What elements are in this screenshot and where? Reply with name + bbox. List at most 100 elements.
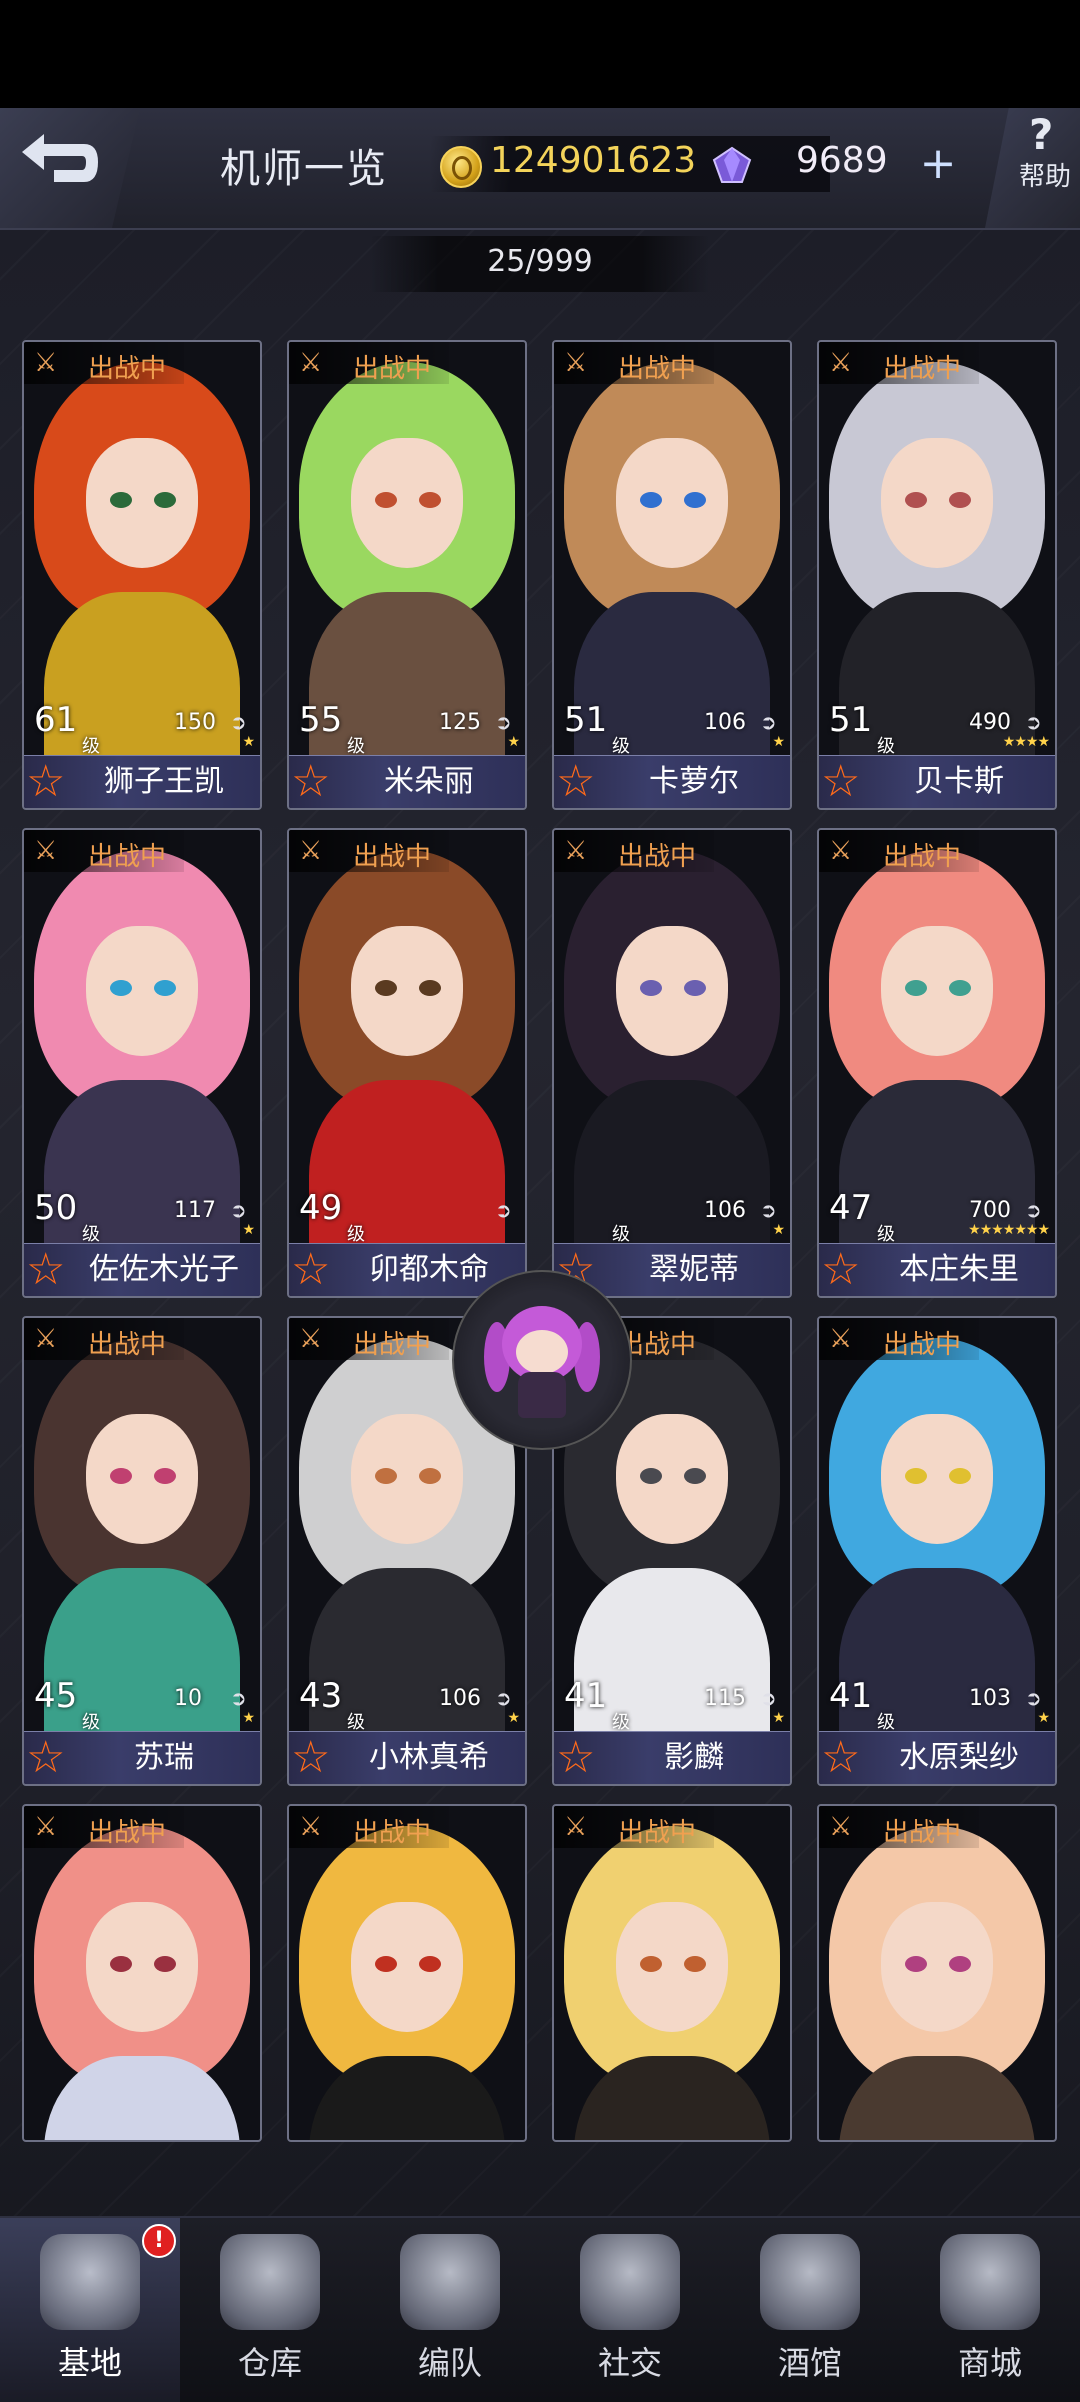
pilot-portrait: [554, 830, 790, 1296]
crossed-swords-icon: ⚔: [299, 348, 323, 378]
portrait-eye-right: [419, 492, 441, 508]
pilot-name: 翠妮蒂: [649, 1252, 739, 1287]
crossed-swords-icon: ⚔: [299, 1812, 323, 1842]
pilot-power: 150: [174, 710, 216, 735]
nav-item-6[interactable]: 商城: [900, 2218, 1080, 2402]
pilot-name: 贝卡斯: [914, 764, 1004, 799]
favorite-star-icon[interactable]: ☆: [291, 1736, 330, 1780]
favorite-star-icon[interactable]: ☆: [291, 760, 330, 804]
rarity-stars: ★: [772, 1710, 785, 1726]
rarity-stars: ★: [772, 1222, 785, 1238]
pilot-card[interactable]: ⚔ 出战中: [287, 1804, 527, 2142]
pilot-power: 106: [439, 1686, 481, 1711]
deployed-tag: ⚔ 出战中: [819, 1318, 979, 1360]
pilot-card[interactable]: ⚔ 出战中 51 级 490 ➲ ★★★★ ☆ 贝卡斯: [817, 340, 1057, 810]
portrait-eye-left: [375, 1956, 397, 1972]
portrait-eye-right: [949, 1468, 971, 1484]
portrait-eye-left: [375, 1468, 397, 1484]
portrait-eye-left: [110, 1956, 132, 1972]
deployed-tag: ⚔ 出战中: [554, 1806, 714, 1848]
pilot-name: 苏瑞: [134, 1740, 194, 1775]
portrait-eye-right: [154, 492, 176, 508]
pilot-card[interactable]: ⚔ 出战中: [22, 1804, 262, 2142]
portrait-face: [351, 1414, 463, 1544]
power-icon: ➲: [495, 710, 512, 734]
rarity-stars: ★: [772, 734, 785, 750]
portrait-eye-right: [684, 980, 706, 996]
portrait-face: [616, 1414, 728, 1544]
coin-icon: [440, 146, 482, 188]
back-button[interactable]: [0, 108, 140, 228]
pilot-name: 卯都木命: [369, 1252, 489, 1287]
nav-item-1[interactable]: 基地 !: [0, 2218, 180, 2402]
power-icon: ➲: [230, 1686, 247, 1710]
chibi-body: [518, 1372, 566, 1418]
rarity-stars: ★: [507, 1710, 520, 1726]
nav-label: 酒馆: [777, 2344, 842, 2382]
favorite-star-icon[interactable]: ☆: [821, 760, 860, 804]
pilot-card[interactable]: ⚔ 出战中 50 级 117 ➲ ★ ☆ 佐佐木光子: [22, 828, 262, 1298]
rarity-stars: ★★★★★★★: [968, 1222, 1050, 1238]
floating-assistant-avatar[interactable]: [452, 1270, 632, 1450]
portrait-eye-right: [154, 1468, 176, 1484]
favorite-star-icon[interactable]: ☆: [821, 1736, 860, 1780]
portrait-eye-left: [905, 1956, 927, 1972]
pilot-card[interactable]: ⚔ 出战中: [552, 1804, 792, 2142]
help-button[interactable]: ? 帮助: [985, 108, 1080, 228]
power-icon: ➲: [495, 1198, 512, 1222]
portrait-face: [616, 926, 728, 1056]
favorite-star-icon[interactable]: ☆: [26, 1736, 65, 1780]
pilot-card[interactable]: ⚔ 出战中 级 106 ➲ ★ ☆ 翠妮蒂: [552, 828, 792, 1298]
rarity-stars: ★: [507, 734, 520, 750]
favorite-star-icon[interactable]: ☆: [556, 760, 595, 804]
deployed-tag: ⚔ 出战中: [819, 1806, 979, 1848]
favorite-star-icon[interactable]: ☆: [26, 760, 65, 804]
add-gems-button[interactable]: +: [912, 140, 964, 192]
portrait-face: [86, 1902, 198, 2032]
portrait-eye-left: [640, 1468, 662, 1484]
pilot-card[interactable]: ⚔ 出战中: [817, 1804, 1057, 2142]
power-icon: ➲: [1025, 710, 1042, 734]
favorite-star-icon[interactable]: ☆: [556, 1736, 595, 1780]
portrait-eye-left: [905, 980, 927, 996]
deployed-tag: ⚔ 出战中: [554, 342, 714, 384]
power-icon: ➲: [230, 1198, 247, 1222]
deployed-label: 出战中: [883, 354, 962, 384]
pilot-card[interactable]: ⚔ 出战中 49 级 ➲ ☆ 卯都木命: [287, 828, 527, 1298]
pilot-card[interactable]: ⚔ 出战中 41 级 103 ➲ ★ ☆ 水原梨纱: [817, 1316, 1057, 1786]
nav-item-3[interactable]: 编队: [360, 2218, 540, 2402]
deployed-tag: ⚔ 出战中: [24, 1806, 184, 1848]
favorite-star-icon[interactable]: ☆: [821, 1248, 860, 1292]
formation-icon: [400, 2234, 500, 2330]
rarity-stars: ★: [242, 734, 255, 750]
pilot-card[interactable]: ⚔ 出战中 51 级 106 ➲ ★ ☆ 卡萝尔: [552, 340, 792, 810]
portrait-eye-left: [110, 492, 132, 508]
power-icon: ➲: [1025, 1686, 1042, 1710]
favorite-star-icon[interactable]: ☆: [26, 1248, 65, 1292]
nav-label: 仓库: [237, 2344, 302, 2382]
pilot-power: 106: [704, 1198, 746, 1223]
nav-item-5[interactable]: 酒馆: [720, 2218, 900, 2402]
power-icon: ➲: [760, 1198, 777, 1222]
pilot-level: 55: [299, 700, 343, 740]
alert-badge: !: [142, 2224, 176, 2258]
pilot-card[interactable]: ⚔ 出战中 45 级 10 ➲ ★ ☆ 苏瑞: [22, 1316, 262, 1786]
portrait-eye-left: [110, 1468, 132, 1484]
pilot-card[interactable]: ⚔ 出战中 61 级 150 ➲ ★ ☆ 狮子王凯: [22, 340, 262, 810]
pilot-card[interactable]: ⚔ 出战中 47 级 700 ➲ ★★★★★★★ ☆ 本庄朱里: [817, 828, 1057, 1298]
pilot-name: 狮子王凯: [104, 764, 224, 799]
pilot-card[interactable]: ⚔ 出战中 55 级 125 ➲ ★ ☆ 米朵丽: [287, 340, 527, 810]
nav-item-4[interactable]: 社交: [540, 2218, 720, 2402]
name-bar: ☆ 苏瑞: [24, 1731, 260, 1784]
portrait-face: [881, 926, 993, 1056]
nav-item-2[interactable]: 仓库: [180, 2218, 360, 2402]
power-icon: ➲: [1025, 1198, 1042, 1222]
portrait-eye-right: [949, 980, 971, 996]
deployed-label: 出战中: [88, 1330, 167, 1360]
deployed-label: 出战中: [883, 842, 962, 872]
favorite-star-icon[interactable]: ☆: [291, 1248, 330, 1292]
name-bar: ☆ 小林真希: [289, 1731, 525, 1784]
portrait-eye-left: [640, 1956, 662, 1972]
pilot-power: 117: [174, 1198, 216, 1223]
pilot-name: 佐佐木光子: [89, 1252, 239, 1287]
